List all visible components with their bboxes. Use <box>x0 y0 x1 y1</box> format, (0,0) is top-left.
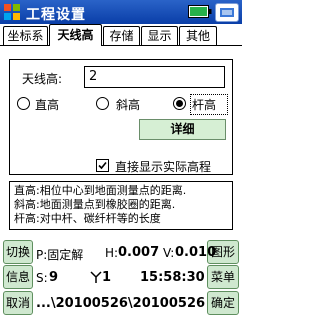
v-precision-label: V: <box>163 246 175 260</box>
confirm-button[interactable]: 确定 <box>207 291 239 315</box>
show-real-elevation-label: 直接显示实际高程 <box>115 160 212 174</box>
tab-coordinate-system[interactable]: 坐标系 <box>3 26 48 45</box>
menu-button[interactable]: 菜单 <box>207 265 239 289</box>
radio-pole-height-label: 杆高 <box>192 98 217 112</box>
radio-slant-height-label: 斜高 <box>116 98 141 112</box>
note-vertical: 直高:相位中心到地面测量点的距离. <box>14 184 187 197</box>
v-precision-value: 0.010 <box>175 245 217 260</box>
ok-button-icon <box>220 8 234 17</box>
radio-selected-dot <box>176 100 183 107</box>
battery-icon <box>188 5 212 18</box>
detail-button[interactable]: 详细 <box>139 119 226 140</box>
gps-time: 15:58:30 <box>140 270 205 285</box>
switch-button[interactable]: 切换 <box>3 240 33 264</box>
solution-status: P:固定解 <box>36 248 84 262</box>
radio-pole-height[interactable] <box>173 97 186 110</box>
windows-flag-icon[interactable] <box>3 3 21 21</box>
radio-slant-height[interactable] <box>96 97 109 110</box>
tab-other[interactable]: 其他 <box>179 26 217 45</box>
satellite-count: 9 <box>49 270 59 285</box>
h-precision-label: H: <box>105 246 119 260</box>
project-file-path: ...\20100526\20100526.eg <box>36 296 206 311</box>
tab-storage[interactable]: 存储 <box>103 26 140 45</box>
note-slant: 斜高:地面测量点到橡胶圈的距离. <box>14 198 176 211</box>
note-pole: 杆高:对中杆、碳纤杆等的长度 <box>14 212 161 225</box>
antenna-height-label: 天线高: <box>22 72 63 86</box>
cancel-button[interactable]: 取消 <box>3 291 33 315</box>
tab-divider <box>0 45 242 46</box>
radio-vertical-height-label: 直高 <box>35 98 60 112</box>
title-bar: 工程设置 <box>0 0 242 24</box>
radio-vertical-height[interactable] <box>17 97 30 110</box>
tab-antenna-height[interactable]: 天线高 <box>49 24 102 46</box>
h-precision-value: 0.007 <box>118 245 160 260</box>
satellite-label: S: <box>36 271 48 285</box>
antenna-count: 1 <box>102 270 112 285</box>
window-title: 工程设置 <box>26 7 86 23</box>
tab-display[interactable]: 显示 <box>141 26 178 45</box>
checkmark-icon <box>98 161 107 170</box>
ok-button[interactable] <box>215 3 239 22</box>
info-button[interactable]: 信息 <box>3 265 33 289</box>
show-real-elevation-checkbox[interactable] <box>96 159 109 172</box>
antenna-height-input[interactable]: 2 <box>84 66 225 88</box>
antenna-icon <box>90 271 102 283</box>
